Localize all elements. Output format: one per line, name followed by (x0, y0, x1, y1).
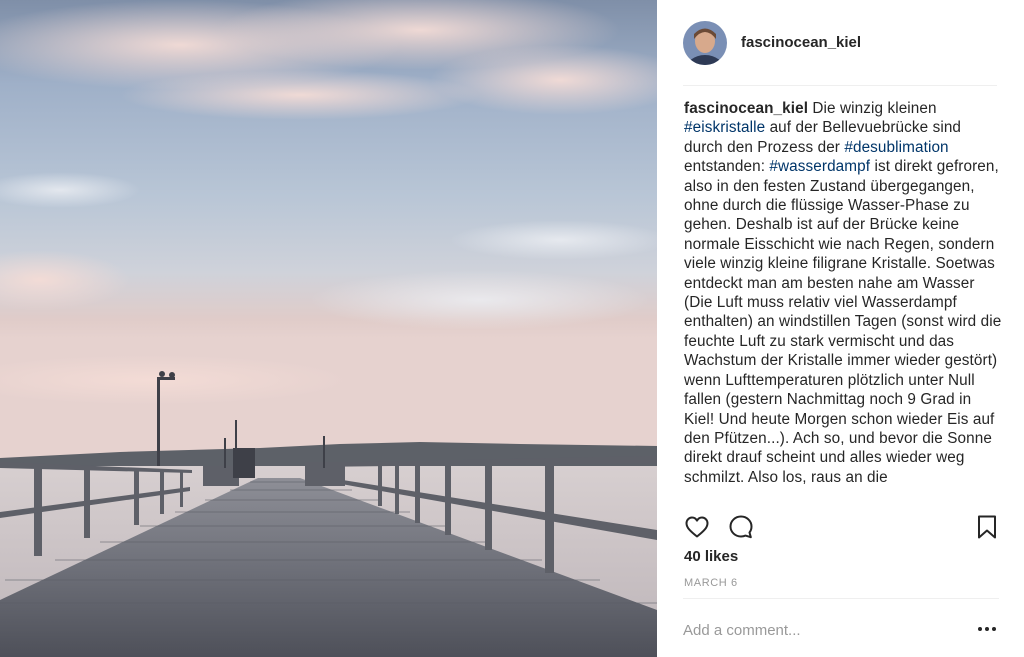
avatar[interactable] (683, 20, 727, 65)
user-avatar-icon (683, 20, 727, 65)
author-username[interactable]: fascinocean_kiel (741, 34, 861, 51)
hashtag-link[interactable]: #eiskristalle (684, 119, 765, 136)
caption-text: Die winzig kleinen #eiskristalle auf der… (684, 100, 1001, 486)
post-actions (684, 514, 998, 542)
post-photo[interactable] (0, 0, 657, 657)
hashtag-link[interactable]: #wasserdampf (769, 158, 870, 175)
comment-bar (683, 598, 999, 657)
caption-text-segment: ist direkt gefroren, also in den festen … (684, 158, 1002, 486)
caption-username[interactable]: fascinocean_kiel (684, 100, 808, 117)
more-options-icon[interactable] (977, 623, 997, 635)
post-header: fascinocean_kiel (683, 0, 997, 86)
comment-input[interactable] (683, 618, 953, 642)
post-date[interactable]: MARCH 6 (684, 577, 738, 589)
heart-icon[interactable] (684, 514, 710, 540)
bookmark-icon[interactable] (974, 514, 1000, 540)
comment-icon[interactable] (728, 514, 754, 540)
hashtag-link[interactable]: #desublimation (844, 139, 948, 156)
pier-photo (0, 0, 657, 657)
post-sidebar: fascinocean_kiel fascinocean_kiel Die wi… (657, 0, 1024, 657)
caption-text-segment: entstanden: (684, 158, 770, 176)
post-caption: fascinocean_kiel Die winzig kleinen #eis… (684, 99, 1002, 504)
caption-text-segment: Die winzig kleinen (808, 100, 937, 117)
likes-count[interactable]: 40 likes (684, 548, 738, 565)
